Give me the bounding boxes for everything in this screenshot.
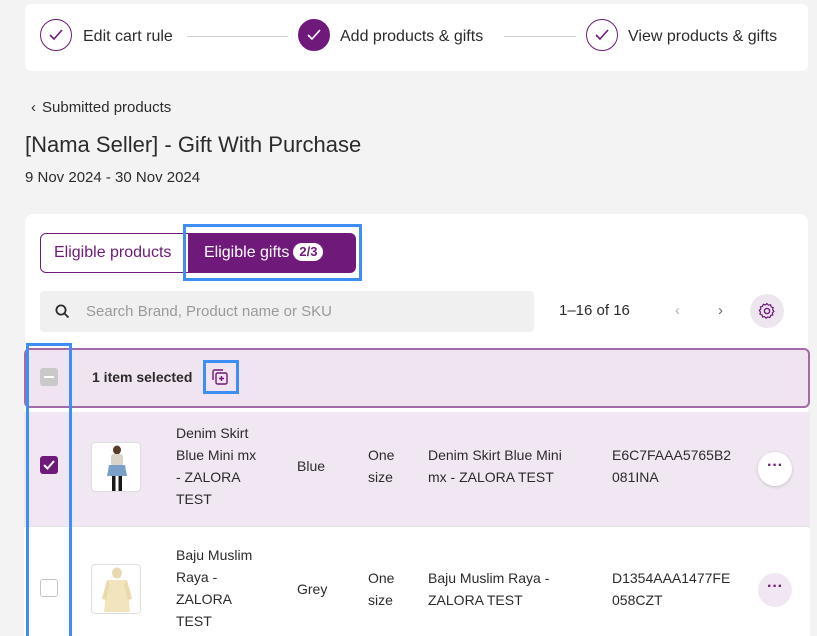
search-icon xyxy=(55,304,70,319)
gear-icon xyxy=(758,302,775,319)
back-link[interactable]: ‹ Submitted products xyxy=(31,99,171,116)
row-checkbox[interactable] xyxy=(40,579,58,597)
product-simple-name: Denim Skirt Blue Mini mx - ZALORA TEST xyxy=(428,447,562,485)
product-sku: D1354AAA1477FE 058CZT xyxy=(612,570,731,608)
row-divider xyxy=(24,526,810,527)
step-add-products-label[interactable]: Add products & gifts xyxy=(340,28,483,46)
add-to-group-icon[interactable] xyxy=(210,367,230,387)
step-connector xyxy=(187,36,288,37)
step-edit-cart-rule-check-icon[interactable] xyxy=(40,19,72,51)
step-view-products-check-icon[interactable] xyxy=(586,19,618,51)
tab-eligible-gifts[interactable]: Eligible gifts 2/3 xyxy=(188,233,356,273)
step-connector xyxy=(504,36,576,37)
product-name: Denim Skirt Blue Mini mx - ZALORA TEST xyxy=(176,425,257,507)
previous-page-icon[interactable]: ‹ xyxy=(675,302,680,319)
step-add-products-check-icon[interactable] xyxy=(298,19,330,51)
step-edit-cart-rule-label[interactable]: Edit cart rule xyxy=(83,28,173,46)
more-options-button[interactable]: ··· xyxy=(758,452,792,486)
row-checkbox[interactable] xyxy=(40,456,58,474)
next-page-icon[interactable]: › xyxy=(718,302,723,319)
tab-eligible-gifts-label: Eligible gifts xyxy=(204,244,290,261)
step-view-products-label[interactable]: View products & gifts xyxy=(628,28,777,46)
selected-count-label: 1 item selected xyxy=(92,369,193,385)
settings-button[interactable] xyxy=(750,294,784,328)
chevron-left-icon: ‹ xyxy=(31,99,36,116)
date-range: 9 Nov 2024 - 30 Nov 2024 xyxy=(25,169,201,186)
page-title: [Nama Seller] - Gift With Purchase xyxy=(25,132,362,157)
gifts-count-badge: 2/3 xyxy=(293,243,324,261)
pagination-label: 1–16 of 16 xyxy=(559,302,630,319)
more-options-button[interactable]: ··· xyxy=(758,573,792,607)
tab-eligible-products[interactable]: Eligible products xyxy=(40,233,190,273)
search-input[interactable] xyxy=(86,291,526,332)
back-link-label: Submitted products xyxy=(42,99,172,116)
product-size: One size xyxy=(368,570,395,608)
product-thumbnail xyxy=(91,442,141,492)
product-sku: E6C7FAAA5765B2 081INA xyxy=(612,447,732,485)
product-color: Grey xyxy=(297,581,328,597)
product-thumbnail xyxy=(91,564,141,614)
product-size: One size xyxy=(368,447,395,485)
product-color: Blue xyxy=(297,458,326,474)
product-simple-name: Baju Muslim Raya - ZALORA TEST xyxy=(428,570,550,608)
search-bar xyxy=(40,291,534,332)
select-all-checkbox[interactable] xyxy=(40,368,58,386)
product-name: Baju Muslim Raya - ZALORA TEST xyxy=(176,547,253,629)
